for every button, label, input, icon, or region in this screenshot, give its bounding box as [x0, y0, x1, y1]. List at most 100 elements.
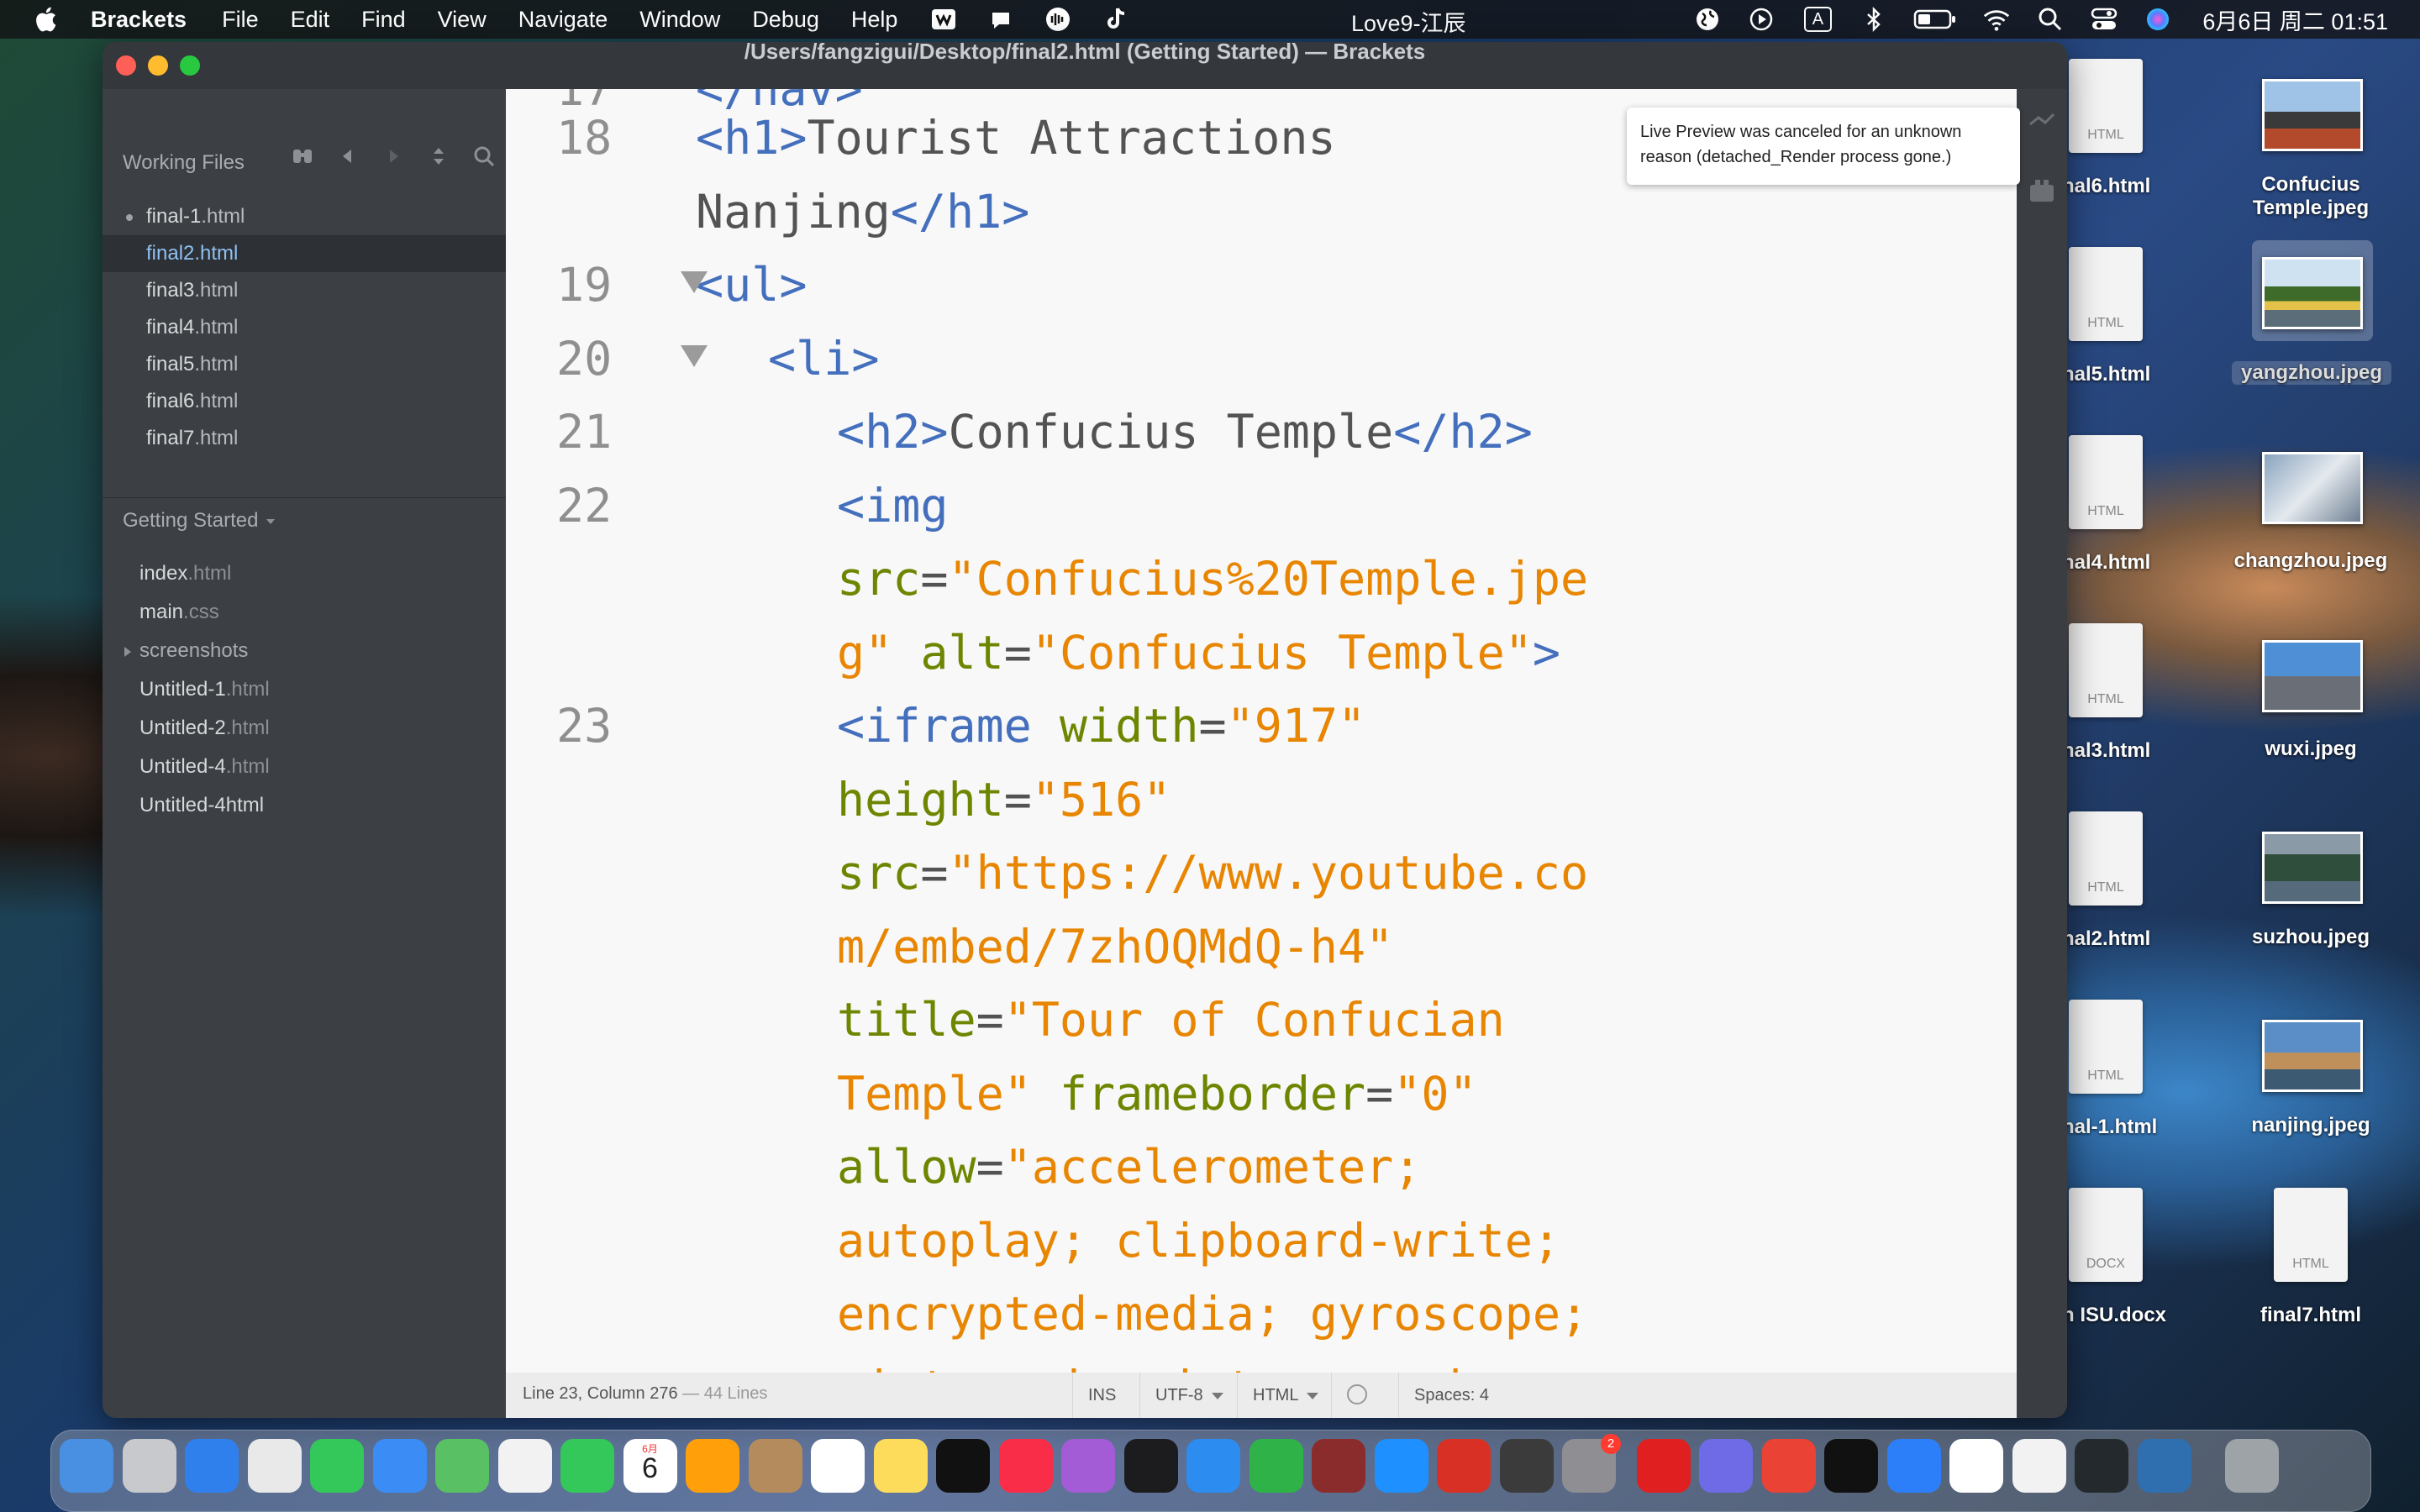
dock-keynote-icon[interactable]: [1186, 1439, 1240, 1493]
dock-notes-plus-icon[interactable]: [1699, 1439, 1753, 1493]
desktop-image-thumbnail[interactable]: [2262, 257, 2363, 329]
desktop-file-icon[interactable]: HTML: [2069, 435, 2143, 529]
apple-menu-icon[interactable]: [32, 4, 62, 34]
dock-sketch-icon[interactable]: [1949, 1439, 2003, 1493]
play-status-icon[interactable]: [1747, 5, 1776, 34]
tiktok-status-icon[interactable]: [1101, 5, 1129, 34]
dock-trash-icon[interactable]: [2225, 1439, 2279, 1493]
dock-finder-icon[interactable]: [60, 1439, 113, 1493]
dock-system-settings-icon[interactable]: 2: [1562, 1434, 1621, 1493]
desktop-file-icon[interactable]: HTML: [2069, 623, 2143, 717]
working-file-item[interactable]: final3.html: [103, 272, 506, 309]
desktop-file-icon[interactable]: HTML: [2069, 59, 2143, 153]
project-dropdown[interactable]: Getting Started: [123, 509, 276, 533]
language-dropdown[interactable]: HTML: [1237, 1373, 1334, 1418]
project-file-item[interactable]: index.html: [103, 554, 506, 593]
project-file-item[interactable]: Untitled-2.html: [103, 709, 506, 748]
menu-window[interactable]: Window: [639, 7, 720, 33]
sort-icon[interactable]: [427, 144, 450, 168]
dock-mail-icon[interactable]: [372, 1439, 427, 1493]
line-number[interactable]: 20: [556, 325, 657, 392]
dock-contacts-icon[interactable]: [748, 1439, 802, 1493]
project-file-item[interactable]: Untitled-1.html: [103, 670, 506, 709]
live-preview-icon[interactable]: [2027, 108, 2057, 138]
dock-safari-icon[interactable]: [185, 1439, 239, 1493]
desktop-file-label[interactable]: nanjing.jpeg: [2218, 1114, 2403, 1137]
menu-app-name[interactable]: Brackets: [91, 7, 187, 33]
dock-photos-icon[interactable]: [497, 1439, 552, 1493]
dock-launchpad-icon[interactable]: [122, 1439, 176, 1493]
menu-clock[interactable]: 6月6日 周二 01:51: [2202, 3, 2388, 36]
desktop-file-label[interactable]: nal2.html: [2062, 927, 2163, 951]
desktop-file-icon[interactable]: HTML: [2069, 1000, 2143, 1094]
input-method-icon[interactable]: A: [1801, 5, 1834, 34]
dock-messages-icon[interactable]: [310, 1439, 364, 1493]
dock-quicktime-icon[interactable]: [1499, 1439, 1554, 1493]
working-file-item[interactable]: final4.html: [103, 309, 506, 346]
line-number[interactable]: 19: [556, 251, 657, 318]
dock-podcasts-icon[interactable]: [1061, 1439, 1115, 1493]
nav-back-icon[interactable]: [336, 144, 360, 168]
dock-pages-icon[interactable]: [686, 1439, 739, 1493]
dock-calendar-icon[interactable]: 6月 6: [623, 1439, 677, 1493]
line-number[interactable]: 22: [556, 472, 657, 539]
desktop-image-thumbnail[interactable]: [2262, 1020, 2363, 1092]
desktop-image-thumbnail[interactable]: [2262, 832, 2363, 904]
desktop-file-label[interactable]: final7.html: [2218, 1304, 2403, 1327]
working-file-item[interactable]: final7.html: [103, 420, 506, 457]
bluetooth-icon[interactable]: [1860, 5, 1888, 34]
spotlight-search-icon[interactable]: [2036, 5, 2065, 34]
dock-app-store-icon[interactable]: [1374, 1439, 1428, 1493]
window-titlebar[interactable]: /Users/fangzigui/Desktop/final2.html (Ge…: [103, 42, 2067, 89]
insert-mode-toggle[interactable]: INS: [1072, 1373, 1131, 1418]
desktop-file-icon[interactable]: HTML: [2274, 1188, 2348, 1282]
binoculars-icon[interactable]: [291, 144, 314, 168]
project-file-item[interactable]: Untitled-4html: [103, 786, 506, 825]
extension-manager-icon[interactable]: [2027, 175, 2057, 205]
menu-view[interactable]: View: [438, 7, 487, 33]
menu-debug[interactable]: Debug: [752, 7, 819, 33]
menu-find[interactable]: Find: [361, 7, 406, 33]
dock-tv-icon[interactable]: [936, 1439, 990, 1493]
dock-baidu-icon[interactable]: [1636, 1439, 1691, 1493]
encoding-dropdown[interactable]: UTF-8: [1139, 1373, 1239, 1418]
working-file-item[interactable]: final-1.html: [103, 198, 506, 235]
dock-facetime-icon[interactable]: [560, 1439, 614, 1493]
working-file-item[interactable]: final2.html: [103, 235, 506, 272]
desktop-file-label[interactable]: nal5.html: [2062, 363, 2163, 386]
dock-cloud-icon[interactable]: [1886, 1439, 1941, 1493]
fold-arrow-icon[interactable]: [681, 271, 708, 293]
dock-chrome-2-icon[interactable]: [2012, 1439, 2066, 1493]
project-folder-item[interactable]: screenshots: [103, 632, 506, 670]
desktop-file-label[interactable]: nal3.html: [2062, 739, 2163, 763]
dock-notes-icon[interactable]: [873, 1439, 928, 1493]
dock-code-icon[interactable]: [2137, 1439, 2191, 1493]
line-number[interactable]: 21: [556, 398, 657, 465]
line-number[interactable]: 18: [556, 104, 657, 171]
dock-dictionary-icon[interactable]: [1312, 1439, 1365, 1493]
search-icon[interactable]: [472, 144, 496, 168]
desktop-file-label[interactable]: nal6.html: [2062, 175, 2163, 198]
desktop-file-label[interactable]: Confucius Temple.jpeg: [2218, 173, 2403, 220]
nav-forward-icon[interactable]: [381, 144, 405, 168]
audio-status-icon[interactable]: [1044, 5, 1072, 34]
vpn-globe-icon[interactable]: [1693, 5, 1722, 34]
battery-icon[interactable]: [1913, 5, 1957, 34]
dock-maps-icon[interactable]: [435, 1439, 489, 1493]
dock-chrome-icon[interactable]: [247, 1439, 302, 1493]
desktop-file-label[interactable]: yangzhou.jpeg: [2232, 361, 2391, 385]
live-preview-notification[interactable]: Live Preview was canceled for an unknown…: [1627, 108, 2020, 185]
desktop-file-label[interactable]: nal-1.html: [2062, 1116, 2171, 1139]
menu-edit[interactable]: Edit: [291, 7, 330, 33]
desktop-image-thumbnail[interactable]: [2262, 640, 2363, 712]
dock-reminders-icon[interactable]: [811, 1439, 865, 1493]
working-file-item[interactable]: final6.html: [103, 383, 506, 420]
working-file-item[interactable]: final5.html: [103, 346, 506, 383]
dock-github-icon[interactable]: [2075, 1439, 2128, 1493]
line-number[interactable]: 23: [556, 692, 657, 759]
dock-music-icon[interactable]: [998, 1439, 1053, 1493]
desktop-image-thumbnail[interactable]: [2262, 452, 2363, 524]
linter-status[interactable]: [1331, 1373, 1386, 1418]
folder-disclosure-icon[interactable]: [124, 647, 131, 657]
dock-wps-icon[interactable]: [1437, 1439, 1491, 1493]
